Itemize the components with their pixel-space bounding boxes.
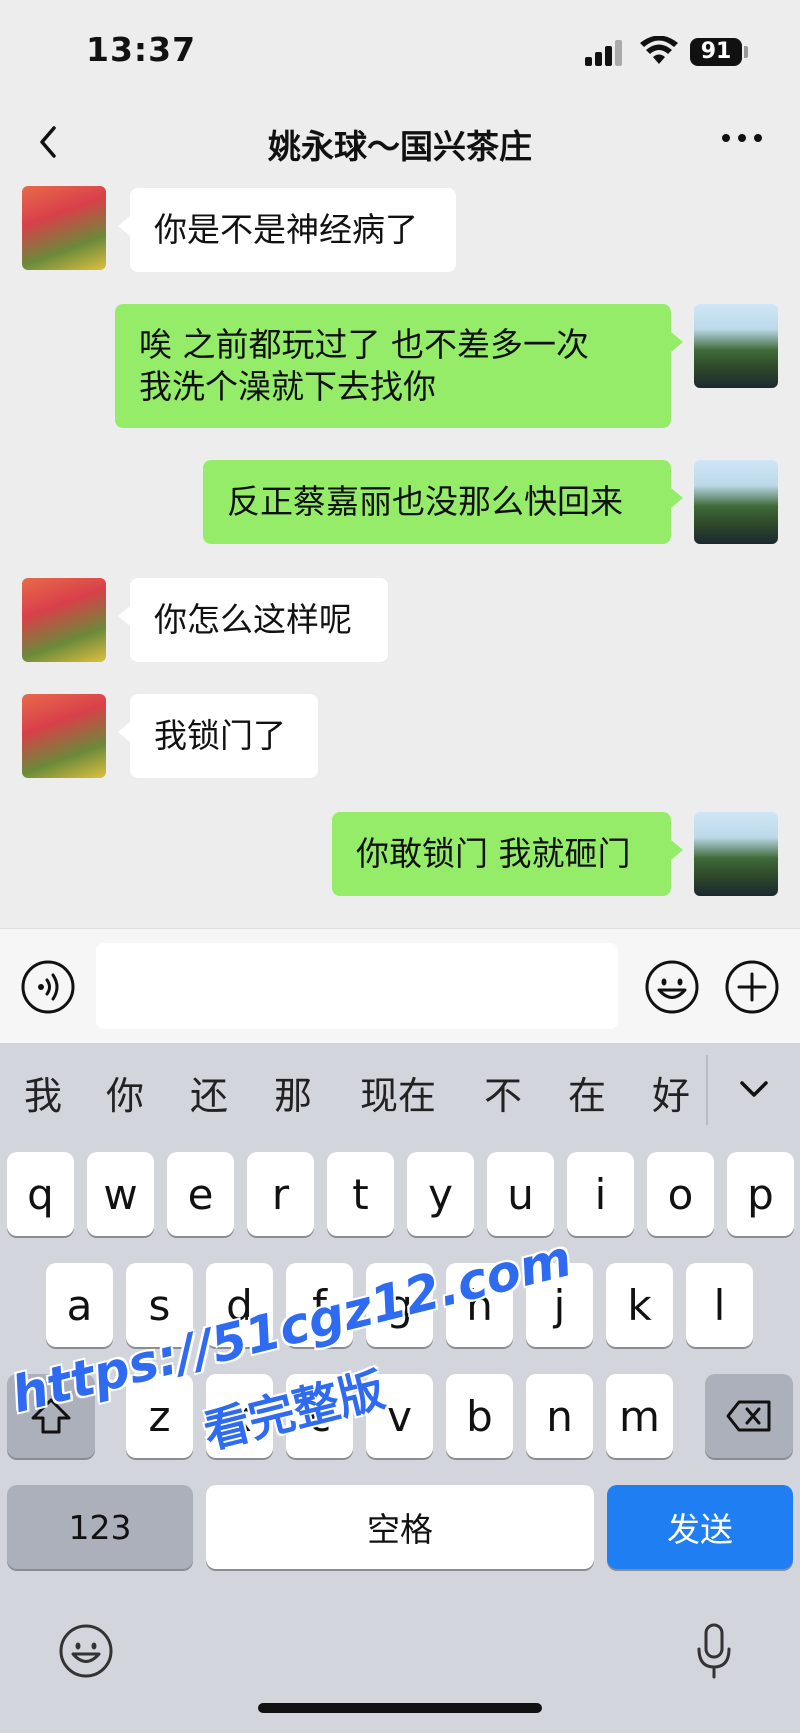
input-bar: [0, 928, 800, 1044]
message-bubble[interactable]: 反正蔡嘉丽也没那么快回来: [203, 460, 683, 544]
space-key[interactable]: 空格: [206, 1485, 594, 1569]
key-x[interactable]: x: [206, 1374, 273, 1458]
backspace-icon: [726, 1400, 771, 1432]
contact-avatar[interactable]: [22, 578, 106, 662]
cellular-signal-icon: [585, 40, 625, 66]
my-avatar[interactable]: [694, 460, 778, 544]
candidate-word[interactable]: 还: [190, 1065, 228, 1120]
candidate-word[interactable]: 现在: [360, 1065, 436, 1120]
candidate-word[interactable]: 不: [484, 1065, 522, 1120]
candidate-word[interactable]: 在: [568, 1065, 606, 1120]
key-z[interactable]: z: [126, 1374, 193, 1458]
shift-key[interactable]: [7, 1374, 95, 1458]
message-bubble[interactable]: 唉 之前都玩过了 也不差多一次 我洗个澡就下去找你: [115, 304, 683, 428]
key-q[interactable]: q: [7, 1152, 74, 1236]
candidate-word[interactable]: 我: [24, 1065, 62, 1120]
key-e[interactable]: e: [167, 1152, 234, 1236]
back-chevron-icon[interactable]: [30, 122, 70, 162]
message-bubble[interactable]: 你怎么这样呢: [118, 578, 388, 662]
dictation-microphone-icon[interactable]: [694, 1621, 734, 1681]
key-y[interactable]: y: [407, 1152, 474, 1236]
battery-icon: 91: [690, 38, 742, 66]
candidate-word[interactable]: 好: [652, 1065, 690, 1120]
keyboard: 我 你 还 那 现在 不 在 好 q w e r t y u i o p a s…: [0, 1043, 800, 1733]
my-avatar[interactable]: [694, 304, 778, 388]
key-w[interactable]: w: [87, 1152, 154, 1236]
my-avatar[interactable]: [694, 812, 778, 896]
key-u[interactable]: u: [487, 1152, 554, 1236]
key-k[interactable]: k: [606, 1263, 673, 1347]
status-time: 13:37: [86, 30, 197, 69]
numbers-key[interactable]: 123: [7, 1485, 193, 1569]
chat-title: 姚永球～国兴茶庄: [268, 127, 532, 166]
candidate-bar: 我 你 还 那 现在 不 在 好: [0, 1043, 800, 1143]
key-g[interactable]: g: [366, 1263, 433, 1347]
chevron-down-icon[interactable]: [736, 1071, 772, 1107]
candidate-divider: [706, 1055, 708, 1125]
shift-arrow-icon: [31, 1398, 71, 1434]
backspace-key[interactable]: [705, 1374, 793, 1458]
contact-avatar[interactable]: [22, 186, 106, 270]
key-m[interactable]: m: [606, 1374, 673, 1458]
key-b[interactable]: b: [446, 1374, 513, 1458]
key-v[interactable]: v: [366, 1374, 433, 1458]
message-input[interactable]: [96, 943, 618, 1029]
key-r[interactable]: r: [247, 1152, 314, 1236]
key-c[interactable]: c: [286, 1374, 353, 1458]
key-d[interactable]: d: [206, 1263, 273, 1347]
key-a[interactable]: a: [46, 1263, 113, 1347]
more-functions-plus-icon[interactable]: [724, 959, 780, 1015]
chat-header: 姚永球～国兴茶庄: [0, 100, 800, 185]
wifi-icon: [640, 36, 678, 64]
candidate-word[interactable]: 你: [106, 1065, 144, 1120]
home-indicator[interactable]: [258, 1703, 542, 1713]
key-t[interactable]: t: [327, 1152, 394, 1236]
message-bubble[interactable]: 我锁门了: [118, 694, 318, 778]
key-i[interactable]: i: [567, 1152, 634, 1236]
key-l[interactable]: l: [686, 1263, 753, 1347]
key-o[interactable]: o: [647, 1152, 714, 1236]
key-s[interactable]: s: [126, 1263, 193, 1347]
candidate-word[interactable]: 那: [274, 1065, 312, 1120]
emoji-keyboard-icon[interactable]: [58, 1623, 114, 1679]
status-bar: 13:37 91: [0, 0, 800, 100]
more-options-icon[interactable]: [718, 128, 768, 148]
key-f[interactable]: f: [286, 1263, 353, 1347]
battery-tip: [744, 46, 748, 58]
emoji-icon[interactable]: [644, 959, 700, 1015]
key-p[interactable]: p: [727, 1152, 794, 1236]
message-bubble[interactable]: 你敢锁门 我就砸门: [332, 812, 683, 896]
voice-input-icon[interactable]: [20, 959, 76, 1015]
key-j[interactable]: j: [526, 1263, 593, 1347]
key-h[interactable]: h: [446, 1263, 513, 1347]
send-button[interactable]: 发送: [607, 1485, 793, 1569]
message-bubble[interactable]: 你是不是神经病了: [118, 188, 456, 272]
contact-avatar[interactable]: [22, 694, 106, 778]
key-n[interactable]: n: [526, 1374, 593, 1458]
